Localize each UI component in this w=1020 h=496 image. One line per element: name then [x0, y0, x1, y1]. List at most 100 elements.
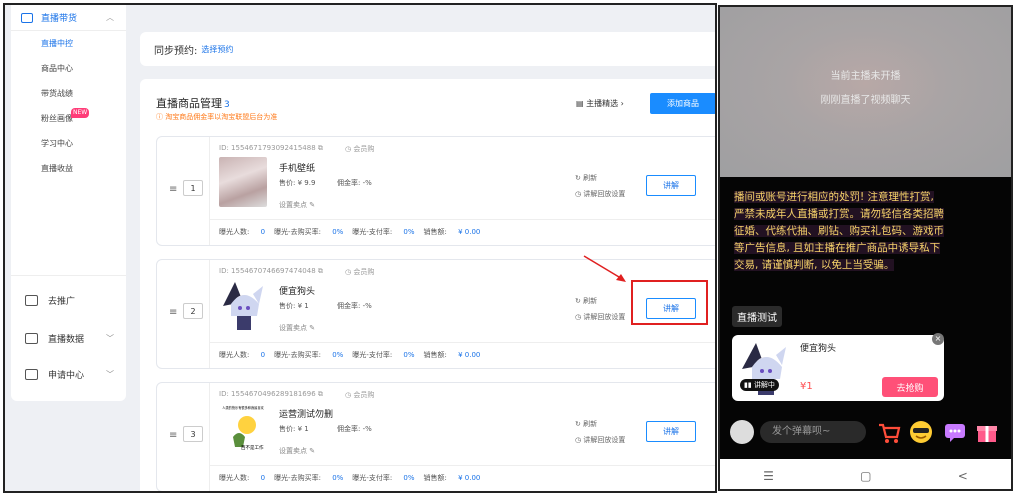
stat-label: 曝光-去购买率: [274, 351, 321, 359]
buy-button[interactable]: 去抢购 [882, 377, 938, 397]
selling-point-text: 设置卖点 [279, 324, 307, 332]
cool-emoji-icon[interactable] [908, 419, 934, 445]
explain-button[interactable]: 讲解 [646, 175, 696, 196]
stat-label: 曝光人数: [219, 351, 250, 359]
product-thumbnail [219, 157, 267, 207]
replay-settings-link[interactable]: ◷ 讲解回放设置 [575, 312, 625, 322]
sidebar-item-label: 直播数据 [48, 334, 85, 345]
back-nav-button[interactable]: < [958, 469, 968, 483]
thumb-caption: 人类的快乐有很多种我最喜欢 [222, 406, 264, 410]
stat-value: 0 [260, 474, 266, 482]
menu-nav-button[interactable]: ☰ [763, 469, 774, 483]
avatar[interactable] [730, 420, 754, 444]
featured-link[interactable]: ▤ 主播精选 › [576, 98, 624, 109]
stats-row: 曝光人数: 0 曝光-去购买率: 0% 曝光-支付率: 0% 销售额: ¥ 0.00 [219, 350, 489, 360]
sort-index-input[interactable]: 1 [183, 180, 203, 196]
drag-handle-icon[interactable]: ≡ [169, 184, 177, 195]
add-product-button[interactable]: 添加商品 [650, 93, 715, 114]
product-id-text: ID: 1554670496289181696 [219, 390, 316, 398]
product-id-text: ID: 1554671793092415488 [219, 144, 316, 152]
member-tag: ◷ 会员购 [345, 391, 375, 399]
sidebar-item-products[interactable]: 商品中心 [11, 56, 126, 81]
stat-value: 0 [260, 228, 266, 236]
select-booking-link[interactable]: 选择预约 [201, 44, 233, 55]
product-price: 售价: ¥ 1 [279, 425, 309, 433]
main-window: 直播带货 ︿ 直播中控 商品中心 带货战绩 粉丝画像 NEW 学习中心 直播收益 … [3, 3, 717, 493]
replay-settings-link[interactable]: ◷ 讲解回放设置 [575, 189, 625, 199]
sidebar-item-live-control[interactable]: 直播中控 [11, 31, 126, 56]
stat-value: ¥ 0.00 [458, 351, 481, 359]
message-icon[interactable] [942, 419, 968, 445]
commission-rate: 佣金率: -% [337, 179, 372, 187]
sidebar-item-live-data[interactable]: 直播数据 ﹀ [11, 323, 126, 353]
sidebar-item-fans[interactable]: 粉丝画像 NEW [11, 106, 126, 131]
divider [11, 275, 126, 276]
product-price: 售价: ¥ 1 [279, 302, 309, 310]
member-tag: ◷ 会员购 [345, 145, 375, 153]
set-selling-point-link[interactable]: 设置卖点 ✎ [279, 200, 315, 210]
sidebar-item-learning[interactable]: 学习中心 [11, 131, 126, 156]
sidebar-item-income[interactable]: 直播收益 [11, 156, 126, 181]
new-badge: NEW [71, 108, 90, 118]
product-item: ≡ 3 ID: 1554670496289181696 ⧉ ◷ 会员购人类的快乐有很多… [156, 382, 715, 491]
tip-text: 淘宝商品佣金率以淘宝联盟后台为准 [165, 113, 278, 121]
stat-buy-rate: 曝光-去购买率: 0% [274, 474, 343, 482]
replay-settings-link[interactable]: ◷ 讲解回放设置 [575, 435, 625, 445]
selling-point-text: 设置卖点 [279, 447, 307, 455]
product-name: 手机壁纸 [279, 164, 316, 174]
stat-sales: 销售额: ¥ 0.00 [424, 351, 481, 359]
cart-icon [21, 12, 33, 23]
replay-text: 讲解回放设置 [583, 313, 626, 321]
sidebar-item-promote[interactable]: 去推广 [11, 285, 126, 315]
thumb-caption: 西不是工作 [241, 446, 264, 451]
stat-pay-rate: 曝光-支付率: 0% [352, 228, 414, 236]
chevron-up-icon[interactable]: ︿ [106, 12, 114, 23]
stat-value: ¥ 0.00 [458, 228, 481, 236]
product-id: ID: 1554670496289181696 ⧉ [219, 390, 323, 398]
drag-handle-icon[interactable]: ≡ [169, 307, 177, 318]
commission-tip: ⓘ 淘宝商品佣金率以淘宝联盟后台为准 [156, 113, 278, 121]
refresh-text: 刷新 [583, 174, 598, 182]
drag-handle-icon[interactable]: ≡ [169, 430, 177, 441]
data-icon [25, 332, 38, 344]
card-product-name: 便宜狗头 [800, 344, 837, 354]
safety-notice: 播间或账号进行相应的处罚! 注意理性打赏, 严禁未成年人直播或打赏。请勿轻信各类… [734, 189, 946, 274]
chart-icon [25, 294, 38, 306]
sidebar-item-record[interactable]: 带货战绩 [11, 81, 126, 106]
sidebar-header[interactable]: 直播带货 ︿ [11, 5, 126, 31]
gift-icon[interactable] [974, 419, 1000, 445]
shopping-cart-icon[interactable] [876, 419, 902, 445]
replay-text: 讲解回放设置 [583, 190, 626, 198]
set-selling-point-link[interactable]: 设置卖点 ✎ [279, 446, 315, 456]
stat-sales: 销售额: ¥ 0.00 [424, 228, 481, 236]
chevron-down-icon: ﹀ [106, 333, 114, 343]
sort-index-input[interactable]: 2 [183, 303, 203, 319]
product-thumbnail [219, 280, 267, 330]
stat-value: 0% [403, 351, 415, 359]
explain-button[interactable]: 讲解 [646, 421, 696, 442]
commission-rate: 佣金率: -% [337, 425, 372, 433]
danmu-input[interactable]: 发个弹幕呗~ [760, 421, 866, 443]
sidebar-item-label: 粉丝画像 [41, 114, 73, 123]
product-price: 售价: ¥ 9.9 [279, 179, 316, 187]
set-selling-point-link[interactable]: 设置卖点 ✎ [279, 323, 315, 333]
replay-text: 讲解回放设置 [583, 436, 626, 444]
stat-value: 0% [403, 228, 415, 236]
product-card[interactable]: ▮▮ 讲解中 便宜狗头 ¥1 去抢购 [732, 335, 944, 401]
selling-point-text: 设置卖点 [279, 201, 307, 209]
panel-title: 直播商品管理 3 [156, 95, 230, 111]
refresh-link[interactable]: ↻ 刷新 [575, 296, 597, 306]
refresh-link[interactable]: ↻ 刷新 [575, 419, 597, 429]
stat-label: 曝光人数: [219, 228, 250, 236]
sort-index-input[interactable]: 3 [183, 426, 203, 442]
highlight-box [631, 280, 708, 325]
refresh-text: 刷新 [583, 420, 598, 428]
panel-title-text: 直播商品管理 [156, 97, 222, 110]
sidebar-item-apply[interactable]: 申请中心 ﹀ [11, 359, 126, 389]
home-nav-button[interactable]: ▢ [860, 469, 871, 483]
refresh-link[interactable]: ↻ 刷新 [575, 173, 597, 183]
phone-preview: 当前主播未开播 刚刚直播了视频聊天 播间或账号进行相应的处罚! 注意理性打赏, … [718, 5, 1013, 491]
close-icon[interactable]: × [932, 333, 944, 345]
product-id: ID: 1554671793092415488 ⧉ [219, 144, 323, 152]
divider [209, 219, 715, 220]
